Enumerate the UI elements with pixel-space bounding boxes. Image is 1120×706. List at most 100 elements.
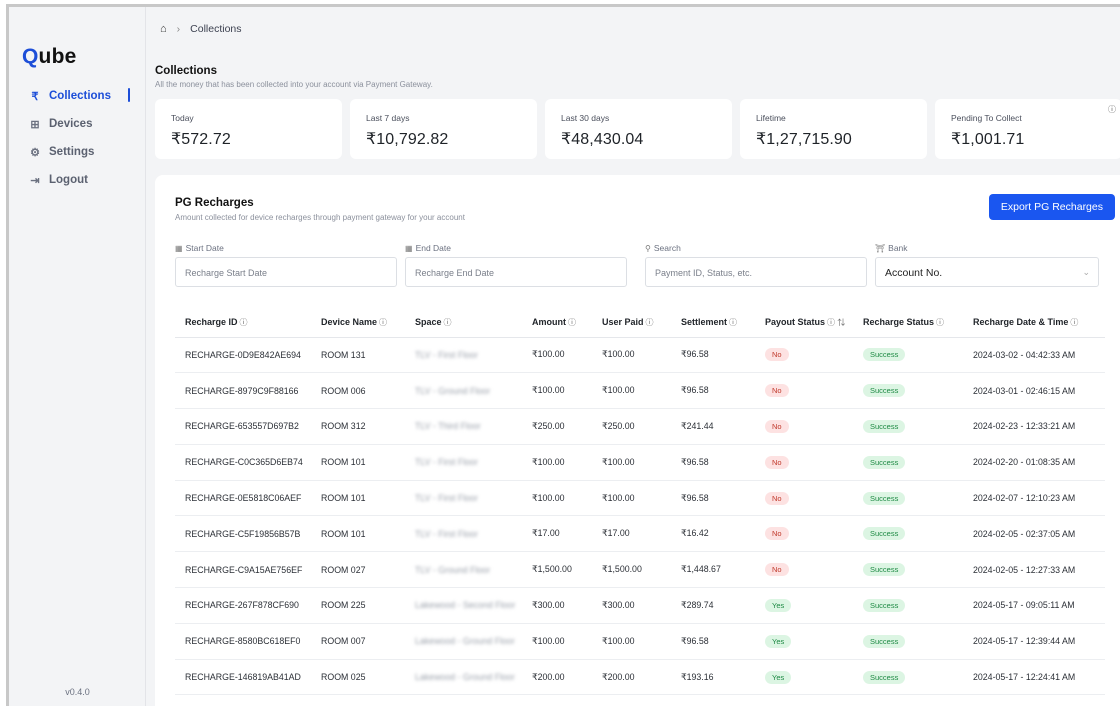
start-date-input[interactable]: Recharge Start Date [175, 257, 397, 287]
sidebar: Qube ₹ Collections ⊞ Devices ⚙ Settings … [9, 7, 146, 706]
cell-recharge-date: 2024-02-20 - 01:08:35 AM [963, 444, 1105, 481]
stat-card-today: Today ₹572.72 [155, 99, 342, 159]
app-logo[interactable]: Qube [22, 45, 76, 69]
cell-user-paid: ₹100.00 [592, 444, 671, 481]
cell-recharge-id: RECHARGE-C9A15AE756EF [175, 551, 311, 589]
stat-value: ₹1,27,715.90 [756, 131, 852, 148]
cell-space: TLV - First Floor [405, 337, 522, 374]
sidebar-item-settings[interactable]: ⚙ Settings [9, 138, 146, 166]
cell-user-paid: ₹100.00 [592, 372, 671, 410]
cell-recharge-date: 2024-02-05 - 12:27:33 AM [963, 551, 1105, 589]
payout-status-badge: No [765, 563, 789, 577]
info-icon: ⓘ [729, 318, 738, 328]
table-row[interactable]: RECHARGE-8979C9F88166 ROOM 006 TLV - Gro… [175, 372, 1105, 410]
table-row[interactable]: RECHARGE-C9A15AE756EF ROOM 027 TLV - Gro… [175, 551, 1105, 589]
cell-space: TLV - First Floor [405, 480, 522, 517]
cell-settlement: ₹96.58 [671, 623, 755, 660]
rupee-icon: ₹ [31, 90, 39, 103]
cell-amount: ₹100.00 [522, 623, 592, 660]
home-icon[interactable]: ⌂ [160, 23, 167, 35]
chevron-down-icon: ⌄ [1082, 267, 1090, 277]
stats-row: Today ₹572.72 Last 7 days ₹10,792.82 Las… [155, 99, 1120, 159]
sidebar-item-logout[interactable]: ⇥ Logout [9, 166, 146, 194]
cell-amount: ₹250.00 [522, 408, 592, 445]
cell-settlement: ₹1,448.67 [671, 551, 755, 589]
cell-user-paid: ₹200.00 [592, 659, 671, 696]
search-input[interactable]: Payment ID, Status, etc. [645, 257, 867, 287]
cell-recharge-date: 2024-03-02 - 04:42:33 AM [963, 337, 1105, 374]
column-header[interactable]: Space ⓘ [405, 309, 522, 338]
payout-status-badge: No [765, 455, 789, 469]
payout-status-badge: No [765, 384, 789, 398]
sidebar-item-label: Collections [49, 90, 111, 102]
column-header[interactable]: Recharge Status ⓘ [853, 309, 963, 338]
cell-recharge-id: RECHARGE-653557D697B2 [175, 408, 311, 445]
cell-device-name: ROOM 225 [311, 587, 405, 624]
cell-settlement: ₹241.44 [671, 408, 755, 445]
info-icon[interactable]: ⓘ [1108, 104, 1116, 115]
cell-space: TLV - First Floor [405, 515, 522, 553]
column-header[interactable]: Settlement ⓘ [671, 309, 755, 338]
end-date-input[interactable]: Recharge End Date [405, 257, 627, 287]
filter-label: Start Date [185, 243, 224, 253]
recharge-status-badge: Success [863, 634, 906, 648]
sidebar-item-collections[interactable]: ₹ Collections [9, 82, 146, 110]
app-version: v0.4.0 [65, 687, 90, 697]
table-row[interactable]: RECHARGE-146819AB41AD ROOM 025 Lakewood … [175, 659, 1105, 696]
column-header[interactable]: Recharge Date & Time ⓘ [963, 309, 1105, 338]
column-header[interactable]: Amount ⓘ [522, 309, 592, 338]
cell-space: Lakewood - Ground Floor [405, 623, 522, 660]
cell-recharge-date: 2024-05-17 - 12:39:44 AM [963, 623, 1105, 660]
cell-space: TLV - Ground Floor [405, 372, 522, 410]
table-row[interactable]: RECHARGE-C5F19856B57B ROOM 101 TLV - Fir… [175, 515, 1105, 553]
cell-recharge-date: 2024-05-17 - 12:24:41 AM [963, 659, 1105, 696]
filter-label: Bank [888, 243, 908, 253]
table-row[interactable]: RECHARGE-0D9E842AE694 ROOM 131 TLV - Fir… [175, 337, 1105, 374]
bank-select[interactable]: Account No. ⌄ [875, 257, 1099, 287]
breadcrumb: ⌂ › Collections [160, 23, 242, 35]
column-header[interactable]: Payout Status ⓘ ⇅ [755, 309, 853, 338]
info-icon: ⓘ ⇅ [827, 318, 846, 328]
payout-status-badge: Yes [765, 670, 792, 684]
table-row[interactable]: RECHARGE-267F878CF690 ROOM 225 Lakewood … [175, 587, 1105, 624]
stat-label: Last 7 days [366, 113, 410, 123]
recharge-status-badge: Success [863, 670, 906, 684]
table-row[interactable]: RECHARGE-8580BC618EF0 ROOM 007 Lakewood … [175, 623, 1105, 660]
info-icon: ⓘ [239, 318, 248, 328]
recharges-table: Recharge ID ⓘ Device Name ⓘ Space ⓘ Amount ⓘ… [175, 309, 1105, 696]
cell-settlement: ₹16.42 [671, 515, 755, 553]
start-date-filter: ▦ Start Date Recharge Start Date [175, 243, 397, 287]
pg-recharges-panel: PG Recharges Amount collected for device… [155, 175, 1120, 706]
cell-amount: ₹100.00 [522, 337, 592, 374]
table-row[interactable]: RECHARGE-0E5818C06AEF ROOM 101 TLV - Fir… [175, 480, 1105, 517]
calendar-icon: ▦ [405, 243, 413, 253]
export-pg-recharges-button[interactable]: Export PG Recharges [988, 194, 1115, 220]
gear-icon: ⚙ [30, 146, 40, 159]
cell-space: Lakewood - Ground Floor [405, 659, 522, 696]
table-row[interactable]: RECHARGE-653557D697B2 ROOM 312 TLV - Thi… [175, 408, 1105, 445]
cell-recharge-date: 2024-03-01 - 02:46:15 AM [963, 372, 1105, 410]
cell-settlement: ₹96.58 [671, 480, 755, 517]
stat-value: ₹572.72 [171, 131, 231, 148]
cell-device-name: ROOM 101 [311, 444, 405, 481]
column-header[interactable]: User Paid ⓘ [592, 309, 671, 338]
info-icon: ⓘ [443, 318, 452, 328]
cell-settlement: ₹96.58 [671, 372, 755, 410]
cell-user-paid: ₹1,500.00 [592, 551, 671, 589]
cell-user-paid: ₹250.00 [592, 408, 671, 445]
cell-user-paid: ₹100.00 [592, 480, 671, 517]
column-header[interactable]: Device Name ⓘ [311, 309, 405, 338]
cell-recharge-id: RECHARGE-267F878CF690 [175, 587, 311, 624]
cell-device-name: ROOM 101 [311, 515, 405, 553]
sidebar-item-devices[interactable]: ⊞ Devices [9, 110, 146, 138]
column-header[interactable]: Recharge ID ⓘ [175, 309, 311, 338]
cell-recharge-id: RECHARGE-C5F19856B57B [175, 515, 311, 553]
logout-icon: ⇥ [30, 174, 40, 187]
info-icon: ⓘ [936, 318, 945, 328]
cell-recharge-date: 2024-05-17 - 09:05:11 AM [963, 587, 1105, 624]
table-row[interactable]: RECHARGE-C0C365D6EB74 ROOM 101 TLV - Fir… [175, 444, 1105, 481]
cell-user-paid: ₹100.00 [592, 623, 671, 660]
cell-amount: ₹100.00 [522, 480, 592, 517]
payout-status-badge: No [765, 348, 789, 362]
sidebar-item-label: Settings [49, 146, 95, 158]
